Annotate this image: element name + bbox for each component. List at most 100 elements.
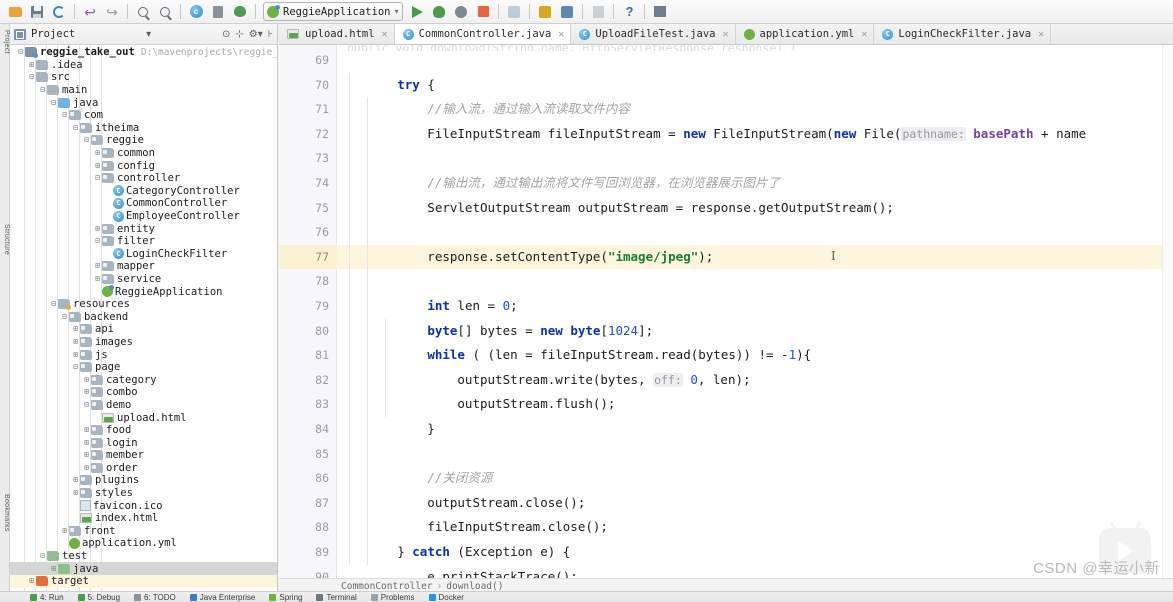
tree-item-controller[interactable]: ⊟ controller (10, 172, 277, 185)
tree-item--idea[interactable]: ⊞ .idea (10, 59, 277, 72)
tree-item-member[interactable]: ⊞ member (10, 449, 277, 462)
tree-item-index-html[interactable]: index.html (10, 512, 277, 525)
redo-icon[interactable]: ↪ (102, 2, 122, 22)
rail-label-project[interactable]: Project (0, 30, 10, 54)
code-line[interactable]: FileInputStream fileInputStream = new Fi… (337, 122, 1173, 147)
tree-item-java[interactable]: ⊟ java (10, 96, 277, 109)
collapse-icon[interactable]: ⊟ (82, 136, 91, 144)
code-line[interactable]: //输入流，通过输入流读取文件内容 (337, 97, 1173, 122)
undo-icon[interactable]: ↩ (80, 2, 100, 22)
code-line[interactable]: //输出流，通过输出流将文件写回浏览器，在浏览器展示图片了 (337, 171, 1173, 196)
tree-item-front[interactable]: ⊞ front (10, 525, 277, 538)
expand-icon[interactable]: ⊞ (71, 325, 80, 333)
search-structure-icon[interactable] (155, 2, 175, 22)
open-folder-icon[interactable] (5, 2, 25, 22)
code-line[interactable]: ServletOutputStream outputStream = respo… (337, 196, 1173, 221)
code-editor[interactable]: public void download(String name, HttpSe… (279, 45, 1173, 582)
profiler-button[interactable] (504, 2, 524, 22)
expand-icon[interactable]: ⊞ (27, 577, 36, 585)
expand-icon[interactable]: ⊞ (71, 350, 80, 359)
tree-item-upload-html[interactable]: upload.html (10, 411, 277, 424)
expand-icon[interactable]: ⊞ (82, 438, 91, 447)
editor-tab-logincheckfilter-java[interactable]: C LoginCheckFilter.java ✕ (874, 24, 1052, 44)
tree-item-favicon-ico[interactable]: favicon.ico (10, 499, 277, 512)
expand-icon[interactable]: ⊞ (71, 337, 80, 346)
code-line[interactable]: outputStream.close(); (337, 491, 1173, 516)
close-icon[interactable]: ✕ (722, 29, 728, 40)
collapse-icon[interactable]: ⊟ (38, 86, 47, 94)
collapse-icon[interactable]: ⊟ (82, 400, 91, 409)
tree-item-images[interactable]: ⊞ images (10, 336, 277, 349)
collapse-icon[interactable]: ⊟ (60, 111, 69, 119)
tree-item-commoncontroller[interactable]: C CommonController (10, 197, 277, 210)
bottom-bar-item-docker[interactable]: Docker (428, 593, 464, 602)
sync-icon[interactable] (49, 2, 69, 22)
tree-item-reggie-take-out[interactable]: ⊟ reggie_take_out D:\mavenprojects\reggie_… (10, 46, 277, 59)
tree-item-plugins[interactable]: ⊞ plugins (10, 474, 277, 487)
tree-item-employeecontroller[interactable]: C EmployeeController (10, 210, 277, 223)
tree-item-mapper[interactable]: ⊞ mapper (10, 260, 277, 273)
expand-icon[interactable]: ⊞ (82, 388, 91, 396)
code-line[interactable]: //关闭资源 (337, 466, 1173, 491)
tree-item-page[interactable]: ⊟ page (10, 361, 277, 374)
expand-icon[interactable]: ⊞ (82, 426, 91, 434)
chevron-down-icon[interactable]: ▾ (146, 29, 151, 40)
close-icon[interactable]: ✕ (861, 29, 867, 40)
tree-item-categorycontroller[interactable]: C CategoryController (10, 185, 277, 198)
tree-item-resources[interactable]: ⊟ resources (10, 298, 277, 311)
tree-item-reggieapplication[interactable]: ReggieApplication (10, 285, 277, 298)
run-configuration-selector[interactable]: ReggieApplication ▾ (263, 2, 404, 21)
code-line[interactable] (337, 48, 1173, 73)
code-line[interactable]: fileInputStream.close(); (337, 515, 1173, 540)
bottom-bar-item-java-enterprise[interactable]: Java Enterprise (189, 593, 255, 602)
tree-item-service[interactable]: ⊞ service (10, 273, 277, 286)
expand-icon[interactable]: ⊞ (93, 262, 102, 270)
tree-item-api[interactable]: ⊞ api (10, 323, 277, 336)
update-project-button[interactable] (588, 2, 608, 22)
tree-item-logincheckfilter[interactable]: C LoginCheckFilter (10, 248, 277, 261)
rail-label-structure[interactable]: Structure (0, 224, 10, 255)
editor-gutter[interactable]: 69 70 71 72 73 74 75 76 77 78 79 80 81 82 83 84 85 86 87 88… (279, 45, 337, 582)
bottom-bar-item-spring[interactable]: Spring (269, 593, 302, 602)
collapse-icon[interactable]: ⊟ (16, 48, 25, 56)
collapse-icon[interactable]: ⊟ (60, 312, 69, 321)
expand-icon[interactable]: ⊞ (93, 149, 102, 157)
collapse-icon[interactable]: ⊟ (49, 300, 58, 308)
code-line[interactable]: while ( (len = fileInputStream.read(byte… (337, 343, 1173, 368)
expand-icon[interactable]: ⊞ (93, 274, 102, 283)
editor-scroll-strip[interactable] (1162, 45, 1173, 578)
expand-icon[interactable]: ⊞ (93, 161, 102, 170)
tree-item-src[interactable]: ⊟ src (10, 71, 277, 84)
tree-item-js[interactable]: ⊞ js (10, 348, 277, 361)
tree-item-combo[interactable]: ⊞ combo (10, 386, 277, 399)
tree-item-target[interactable]: ⊞ target (10, 574, 277, 588)
code-line[interactable]: int len = 0; (337, 294, 1173, 319)
bottom-bar-item-terminal[interactable]: Terminal (316, 593, 357, 602)
tree-item-application-yml[interactable]: application.yml (10, 537, 277, 550)
breadcrumb-class[interactable]: CommonController (341, 581, 433, 592)
code-line[interactable]: } catch (Exception e) { (337, 540, 1173, 565)
code-line[interactable]: } (337, 417, 1173, 442)
close-icon[interactable]: ✕ (382, 29, 388, 40)
bottom-bar-item-6-todo[interactable]: 6: TODO (134, 593, 176, 602)
editor-code-area[interactable]: try { //输入流，通过输入流读取文件内容 FileInputStream … (337, 45, 1173, 582)
chevron-down-icon[interactable]: ▾ (394, 7, 398, 16)
tree-item-category[interactable]: ⊞ category (10, 373, 277, 386)
editor-tab-uploadfiletest-java[interactable]: C UploadFileTest.java ✕ (571, 24, 736, 44)
expand-icon[interactable]: ⊞ (27, 60, 36, 69)
expand-icon[interactable]: ⊞ (93, 224, 102, 233)
compile-icon[interactable]: c (186, 2, 206, 22)
collapse-icon[interactable]: ⊟ (27, 73, 36, 81)
breadcrumb-method[interactable]: download() (446, 581, 503, 592)
tree-item-order[interactable]: ⊞ order (10, 462, 277, 475)
tree-item-backend[interactable]: ⊟ backend (10, 310, 277, 323)
run-with-coverage-button[interactable] (451, 2, 471, 22)
expand-icon[interactable]: ⊞ (60, 526, 69, 535)
project-tree[interactable]: ⊟ reggie_take_out D:\mavenprojects\reggie_… (10, 45, 277, 592)
settings-button[interactable] (535, 2, 555, 22)
book-icon[interactable] (208, 2, 228, 22)
stop-button[interactable] (473, 2, 493, 22)
tree-item-demo[interactable]: ⊟ demo (10, 399, 277, 412)
restore-layout-button[interactable] (650, 2, 670, 22)
scroll-from-source-icon[interactable]: ⊙ (222, 29, 230, 40)
